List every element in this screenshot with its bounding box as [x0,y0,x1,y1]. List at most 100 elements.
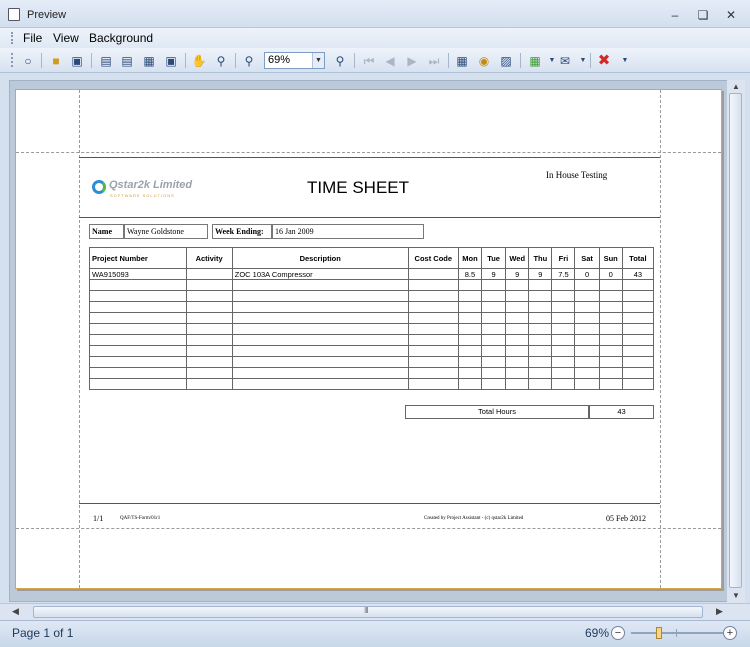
scroll-up-icon[interactable]: ▲ [732,82,740,91]
first-page-icon[interactable]: ⏮ [360,52,378,69]
timesheet-table: Project Number Activity Description Cost… [89,247,655,390]
quick-print-icon[interactable]: ▤ [118,52,136,69]
find-icon[interactable]: ○ [19,52,37,69]
chevron-down-icon[interactable]: ▼ [312,53,324,68]
zoom-out-icon[interactable]: ⚲ [240,52,258,69]
hand-tool-icon[interactable]: ✋ [190,52,208,69]
status-zoom-value: 69% [585,626,610,640]
total-hours-value: 43 [589,405,654,419]
color-icon[interactable]: ◉ [475,52,493,69]
header-bottom-rule [79,217,660,218]
col-description: Description [231,247,409,269]
close-preview-icon[interactable]: ✖ [595,52,613,69]
zoom-slider-knob[interactable] [656,627,662,639]
scale-icon[interactable]: ▣ [162,52,180,69]
footer-date: 05 Feb 2012 [606,514,646,523]
table-row: WA915093 ZOC 103A Compressor 8.5 9 9 9 7… [89,268,655,280]
minimize-icon[interactable]: – [664,8,686,22]
open-icon[interactable]: ■ [47,52,65,69]
toolbar: ○ ■ ▣ ▤ ▤ ▦ ▣ ✋ ⚲ ⚲ 69% ▼ ⚲ ⏮ ◀ ▶ ⏭ ▦ ◉ … [0,48,750,73]
col-sun: Sun [598,247,623,269]
footer-rule [79,503,660,504]
previous-page-icon[interactable]: ◀ [381,52,399,69]
cell-wed: 9 [505,268,530,280]
table-row [89,290,655,302]
table-row [89,378,655,390]
table-row [89,279,655,291]
col-wed: Wed [505,247,530,269]
menu-view[interactable]: View [53,31,79,45]
toolbar-separator [41,53,42,68]
watermark-icon[interactable]: ▨ [497,52,515,69]
col-tue: Tue [481,247,507,269]
scroll-down-icon[interactable]: ▼ [732,591,740,600]
close-icon[interactable]: ✕ [720,8,742,22]
zoom-slider[interactable] [631,627,726,639]
scroll-right-icon[interactable]: ▶ [716,606,723,617]
last-page-icon[interactable]: ⏭ [425,52,443,69]
zoom-in-button[interactable]: + [723,626,737,640]
horizontal-scroll-thumb[interactable]: III [33,606,703,618]
name-value: Wayne Goldstone [124,224,208,239]
margin-guide [79,90,80,588]
toolbar-separator [91,53,92,68]
menu-file[interactable]: File [23,31,42,45]
col-fri: Fri [551,247,576,269]
name-label: Name [89,224,124,239]
menu-bar: File View Background [0,28,750,48]
scroll-left-icon[interactable]: ◀ [12,606,19,617]
margin-guide [16,528,721,529]
col-activity: Activity [185,247,233,269]
cell-description: ZOC 103A Compressor [231,268,409,280]
page-setup-icon[interactable]: ▦ [140,52,158,69]
footer-created-by: Created by Project Assistant - (c) qstar… [424,516,524,521]
cell-fri: 7.5 [551,268,576,280]
zoom-combo[interactable]: 69% ▼ [264,52,325,69]
toolbar-separator [590,53,591,68]
next-page-icon[interactable]: ▶ [403,52,421,69]
multiple-pages-icon[interactable]: ▦ [453,52,471,69]
margin-guide [16,152,721,153]
magnifier-icon[interactable]: ⚲ [212,52,230,69]
footer-page: 1/1 [93,514,104,523]
cell-tue: 9 [481,268,507,280]
toolbar-options-icon[interactable]: ▼ [616,52,634,69]
table-header-row: Project Number Activity Description Cost… [89,247,655,269]
zoom-slider-tick [676,629,677,637]
document-title: TIME SHEET [307,178,410,197]
vertical-scrollbar[interactable]: ▲ ▼ [727,80,745,603]
page-indicator: Page 1 of 1 [12,626,74,640]
save-icon[interactable]: ▣ [68,52,86,69]
export-icon[interactable]: ▦ [526,52,544,69]
week-ending-value: 16 Jan 2009 [272,224,424,239]
status-bar: Page 1 of 1 69% − + [0,620,750,647]
document-subtitle: In House Testing [546,170,608,180]
footer-form-code: QAF/TS-Form/01r1 [120,516,161,521]
restore-icon[interactable]: ❏ [692,8,714,22]
toolbar-separator [520,53,521,68]
cell-cost-code [407,268,459,280]
col-thu: Thu [528,247,553,269]
cell-sun: 0 [598,268,623,280]
table-row [89,323,655,335]
cell-activity [185,268,233,280]
menu-background[interactable]: Background [89,31,153,45]
header-rule [79,157,660,158]
col-cost-code: Cost Code [407,247,459,269]
email-icon[interactable]: ✉ [556,52,574,69]
horizontal-scrollbar[interactable]: ◀ III ▶ [0,603,750,620]
zoom-combo-value: 69% [268,54,291,66]
margin-guide [660,90,661,588]
menu-grip[interactable] [11,32,13,44]
preview-app-icon [8,8,20,21]
title-bar: Preview – ❏ ✕ [0,0,750,28]
zoom-in-icon[interactable]: ⚲ [331,52,349,69]
print-icon[interactable]: ▤ [97,52,115,69]
table-row [89,334,655,346]
toolbar-separator [185,53,186,68]
zoom-out-button[interactable]: − [611,626,625,640]
toolbar-grip[interactable] [11,53,13,67]
vertical-scroll-thumb[interactable] [729,93,742,588]
toolbar-separator [354,53,355,68]
table-row [89,345,655,357]
